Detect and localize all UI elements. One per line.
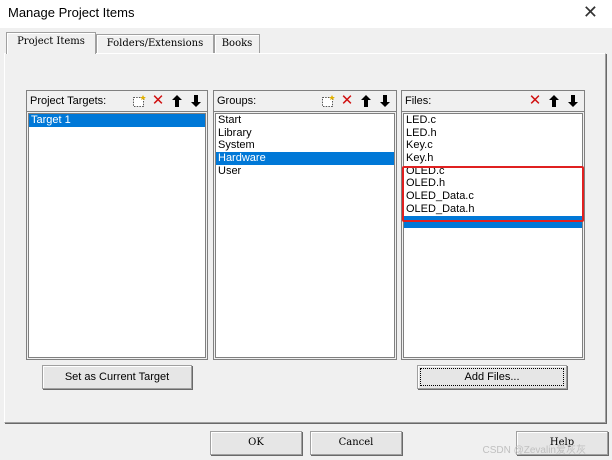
move-up-icon[interactable] [545,92,563,109]
list-item[interactable]: OLED.c [404,165,582,178]
tab-books[interactable]: Books [214,34,260,53]
watermark: CSDN @Zevalin爱灰灰 [482,445,586,456]
new-item-icon[interactable] [130,92,148,109]
list-item[interactable]: User [216,165,394,178]
files-panel: Files: ✕ LED.c LED.h Key.c Key.h OLED.c … [401,90,585,360]
files-header: Files: ✕ [402,91,584,112]
new-item-icon[interactable] [319,92,337,109]
list-item[interactable]: Library [216,127,394,140]
list-item[interactable]: Target 1 [29,114,205,127]
move-down-icon[interactable] [376,92,394,109]
window-title: Manage Project Items [8,5,135,20]
groups-panel: Groups: ✕ Start Library System Hardware … [213,90,397,360]
list-item[interactable]: LED.c [404,114,582,127]
list-item[interactable]: LED.h [404,127,582,140]
cancel-button[interactable]: Cancel [310,431,402,455]
add-files-button[interactable]: Add Files... [417,365,567,389]
project-targets-label: Project Targets: [30,95,107,107]
list-item[interactable]: Start [216,114,394,127]
groups-label: Groups: [217,95,257,107]
set-current-target-button[interactable]: Set as Current Target [42,365,192,389]
move-up-icon[interactable] [357,92,375,109]
list-item[interactable]: Hardware [216,152,394,165]
list-item[interactable]: OLED_Data.h [404,203,582,216]
list-item[interactable]: Key.c [404,139,582,152]
groups-list[interactable]: Start Library System Hardware User [215,113,395,358]
groups-header: Groups: ✕ [214,91,396,112]
list-item[interactable]: OLED_Data.c [404,190,582,203]
delete-icon[interactable]: ✕ [149,92,167,109]
delete-icon[interactable]: ✕ [526,92,544,109]
project-targets-header: Project Targets: ✕ [27,91,207,112]
list-item[interactable]: OLED.h [404,177,582,190]
title-bar: Manage Project Items ✕ [0,0,612,28]
move-down-icon[interactable] [187,92,205,109]
tab-folders-extensions[interactable]: Folders/Extensions [96,34,214,53]
list-item-new[interactable] [404,215,582,229]
files-list[interactable]: LED.c LED.h Key.c Key.h OLED.c OLED.h OL… [403,113,583,358]
move-down-icon[interactable] [564,92,582,109]
move-up-icon[interactable] [168,92,186,109]
project-targets-panel: Project Targets: ✕ Target 1 [26,90,208,360]
close-icon[interactable]: ✕ [583,2,598,23]
ok-button[interactable]: OK [210,431,302,455]
project-targets-list[interactable]: Target 1 [28,113,206,358]
list-item[interactable]: Key.h [404,152,582,165]
files-label: Files: [405,95,432,107]
list-item[interactable]: System [216,139,394,152]
tab-project-items[interactable]: Project Items [6,32,96,54]
delete-icon[interactable]: ✕ [338,92,356,109]
